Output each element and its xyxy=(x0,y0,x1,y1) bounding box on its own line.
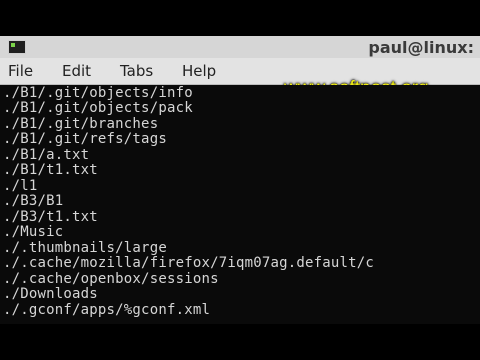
menu-edit[interactable]: Edit xyxy=(62,62,91,80)
menu-help[interactable]: Help xyxy=(182,62,216,80)
terminal-line: ./.cache/mozilla/firefox/7iqm07ag.defaul… xyxy=(3,255,375,271)
terminal-output[interactable]: ./B1/.git/objects/info ./B1/.git/objects… xyxy=(0,85,480,324)
terminal-line: ./Downloads xyxy=(3,286,98,302)
terminal-line: ./Music xyxy=(3,224,64,240)
window-title: paul@linux: xyxy=(368,38,474,57)
terminal-line: ./.thumbnails/large xyxy=(3,240,167,256)
terminal-line: ./.gconf/apps/%gconf.xml xyxy=(3,302,211,318)
terminal-line: ./.cache/openbox/sessions xyxy=(3,271,219,287)
terminal-line: ./B3/B1 xyxy=(3,193,64,209)
menu-file[interactable]: File xyxy=(8,62,33,80)
terminal-line: ./B1/.git/objects/info xyxy=(3,85,193,101)
terminal-line: ./B1/a.txt xyxy=(3,147,90,163)
terminal-window: paul@linux: File Edit Tabs Help www.soft… xyxy=(0,36,480,324)
title-bar: paul@linux: xyxy=(0,36,480,59)
terminal-line: ./B1/t1.txt xyxy=(3,162,98,178)
terminal-app-icon[interactable] xyxy=(8,40,26,54)
terminal-line: ./B1/.git/branches xyxy=(3,116,159,132)
terminal-line: ./l1 xyxy=(3,178,38,194)
terminal-line: ./B1/.git/objects/pack xyxy=(3,100,193,116)
terminal-line: ./B3/t1.txt xyxy=(3,209,98,225)
terminal-line: ./B1/.git/refs/tags xyxy=(3,131,167,147)
menu-tabs[interactable]: Tabs xyxy=(120,62,153,80)
menu-bar: File Edit Tabs Help www.softpost.org xyxy=(0,58,480,99)
